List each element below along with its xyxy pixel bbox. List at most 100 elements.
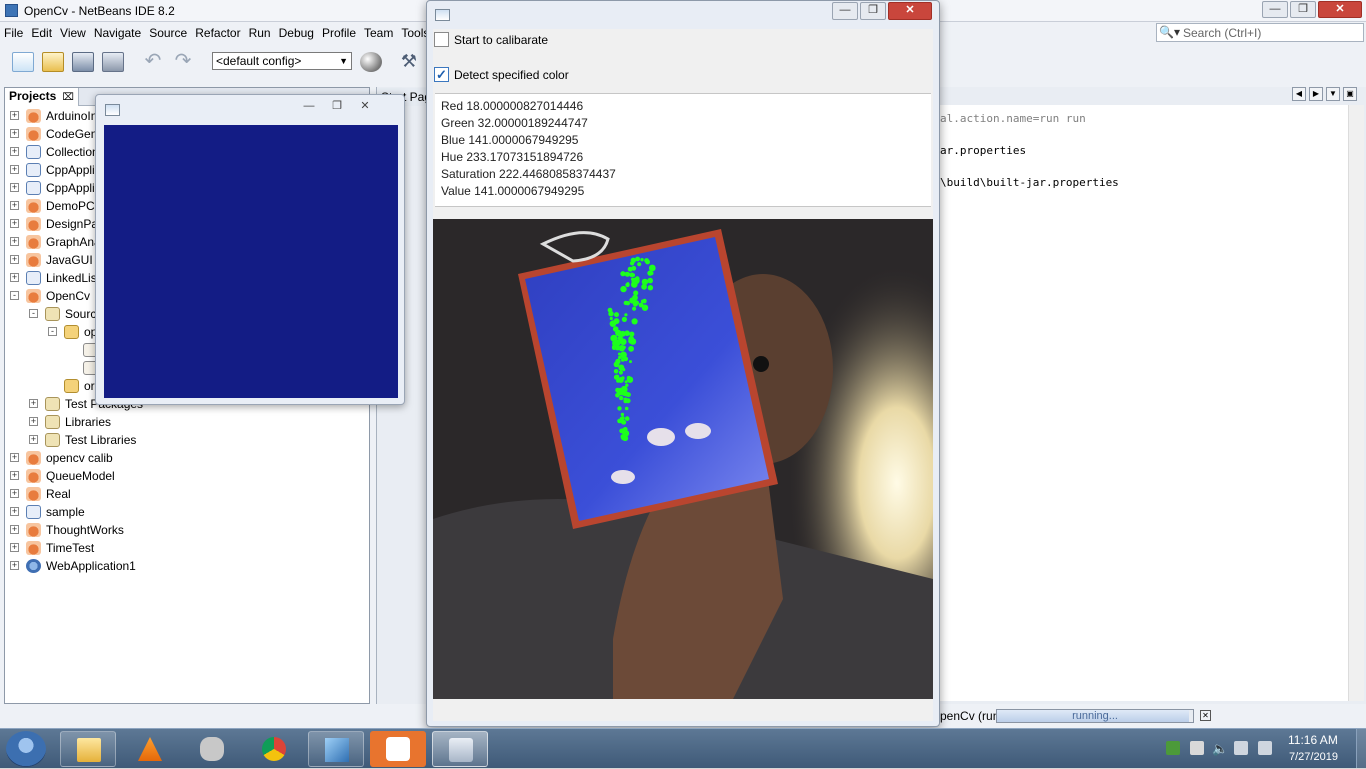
- volume-icon[interactable]: 🔈: [1212, 741, 1228, 756]
- expand-icon[interactable]: +: [10, 525, 19, 534]
- tab-projects[interactable]: Projects ⌧: [5, 88, 79, 106]
- close-button[interactable]: ✕: [1318, 1, 1362, 18]
- chevron-down-icon[interactable]: ▼: [1326, 87, 1340, 101]
- expand-icon[interactable]: +: [29, 399, 38, 408]
- expand-icon[interactable]: +: [10, 147, 19, 156]
- expand-icon[interactable]: +: [10, 543, 19, 552]
- close-button[interactable]: ✕: [352, 99, 378, 115]
- scroll-right-icon[interactable]: ▶: [1309, 87, 1323, 101]
- detect-color-checkbox[interactable]: ✓: [434, 67, 449, 82]
- output-line: \build\built-jar.properties: [940, 176, 1119, 189]
- clock-time[interactable]: 11:16 AM: [1288, 733, 1338, 747]
- save-all-icon[interactable]: [102, 52, 124, 72]
- taskbar-chrome[interactable]: [246, 731, 302, 767]
- maximize-button[interactable]: ❐: [1290, 1, 1316, 18]
- minimize-button[interactable]: —: [296, 99, 322, 115]
- start-button[interactable]: [6, 731, 46, 767]
- config-select-value: <default config>: [216, 54, 302, 68]
- expand-icon[interactable]: +: [29, 435, 38, 444]
- maximize-button[interactable]: ❐: [860, 2, 886, 20]
- calibration-content: Start to calibarate ✓ Detect specified c…: [433, 29, 933, 721]
- maximize-button[interactable]: ❐: [324, 99, 350, 115]
- calibrate-checkbox[interactable]: [434, 32, 449, 47]
- expand-icon[interactable]: +: [29, 417, 38, 426]
- taskbar-foxit[interactable]: [370, 731, 426, 767]
- taskbar-game[interactable]: [184, 731, 240, 767]
- menu-navigate[interactable]: Navigate: [90, 24, 145, 44]
- new-file-icon[interactable]: [12, 52, 34, 72]
- menu-source[interactable]: Source: [145, 24, 191, 44]
- cpp-project-icon: [26, 505, 41, 519]
- expand-icon[interactable]: +: [10, 507, 19, 516]
- network-error-icon[interactable]: [1234, 741, 1248, 755]
- open-project-icon[interactable]: [72, 52, 94, 72]
- redo-icon[interactable]: ↷: [172, 51, 194, 72]
- taskbar-explorer[interactable]: [60, 731, 116, 767]
- menu-file[interactable]: File: [0, 24, 27, 44]
- tab-projects-label: Projects: [9, 89, 57, 103]
- security-shield-icon[interactable]: [1166, 741, 1180, 755]
- collapse-icon[interactable]: -: [29, 309, 38, 318]
- expand-icon[interactable]: +: [10, 273, 19, 282]
- restore-window-icon[interactable]: ▣: [1343, 87, 1357, 101]
- expand-icon[interactable]: +: [10, 453, 19, 462]
- expand-icon[interactable]: +: [10, 255, 19, 264]
- running-task-name: penCv (run): [940, 709, 1004, 723]
- expand-icon[interactable]: +: [10, 183, 19, 192]
- usb-device-icon[interactable]: [1190, 741, 1204, 755]
- tree-item-label: Real: [46, 487, 71, 501]
- scroll-left-icon[interactable]: ◀: [1292, 87, 1306, 101]
- camera-feed: [433, 219, 933, 699]
- config-select[interactable]: <default config> ▼: [212, 52, 352, 70]
- hue-value: Hue 233.17073151894726: [441, 150, 584, 164]
- expand-icon[interactable]: +: [10, 237, 19, 246]
- cancel-process-icon[interactable]: ✕: [1200, 710, 1211, 721]
- collapse-icon[interactable]: -: [48, 327, 57, 336]
- clock-date[interactable]: 7/27/2019: [1289, 751, 1338, 763]
- action-center-icon[interactable]: [1258, 741, 1272, 755]
- menu-run[interactable]: Run: [245, 24, 275, 44]
- close-button[interactable]: ✕: [888, 2, 932, 20]
- java-project-icon: [26, 127, 41, 141]
- menu-view[interactable]: View: [56, 24, 90, 44]
- calibrate-label: Start to calibarate: [454, 33, 549, 47]
- globe-run-icon[interactable]: [360, 52, 382, 72]
- minimize-button[interactable]: —: [1262, 1, 1288, 18]
- show-desktop-button[interactable]: [1356, 729, 1366, 768]
- undo-icon[interactable]: ↶: [142, 51, 164, 72]
- expand-icon[interactable]: +: [10, 165, 19, 174]
- taskbar-java[interactable]: [432, 731, 488, 767]
- java-window-icon: [105, 104, 120, 116]
- output-scrollbar[interactable]: [1348, 105, 1364, 701]
- source-folder-icon: [45, 307, 60, 321]
- menu-edit[interactable]: Edit: [27, 24, 56, 44]
- collapse-icon[interactable]: -: [10, 291, 19, 300]
- search-box[interactable]: 🔍▾ Search (Ctrl+I): [1156, 23, 1364, 42]
- blue-value: Blue 141.0000067949295: [441, 133, 579, 147]
- expand-icon[interactable]: +: [10, 489, 19, 498]
- run-progress-bar: running...: [996, 709, 1194, 723]
- expand-icon[interactable]: +: [10, 471, 19, 480]
- new-project-icon[interactable]: [42, 52, 64, 72]
- minimize-button[interactable]: —: [832, 2, 858, 20]
- expand-icon[interactable]: +: [10, 129, 19, 138]
- close-tab-icon[interactable]: ⌧: [62, 92, 74, 103]
- java-app-icon: [449, 738, 473, 762]
- menu-debug[interactable]: Debug: [275, 24, 318, 44]
- detect-color-label: Detect specified color: [454, 68, 569, 82]
- source-folder-icon: [45, 433, 60, 447]
- swatch-window-controls: — ❐ ✕: [296, 99, 378, 115]
- expand-icon[interactable]: +: [10, 111, 19, 120]
- java-window-icon: [435, 9, 450, 21]
- expand-icon[interactable]: +: [10, 219, 19, 228]
- menu-team[interactable]: Team: [360, 24, 397, 44]
- menu-refactor[interactable]: Refactor: [191, 24, 244, 44]
- menu-profile[interactable]: Profile: [318, 24, 360, 44]
- green-value: Green 32.00000189244747: [441, 116, 588, 130]
- taskbar-vlc[interactable]: [122, 731, 178, 767]
- hammer-icon[interactable]: ⚒: [398, 52, 420, 72]
- expand-icon[interactable]: +: [10, 201, 19, 210]
- expand-icon[interactable]: +: [10, 561, 19, 570]
- output-console[interactable]: al.action.name=run run ar.properties \bu…: [938, 105, 1348, 701]
- taskbar-virtualbox[interactable]: [308, 731, 364, 767]
